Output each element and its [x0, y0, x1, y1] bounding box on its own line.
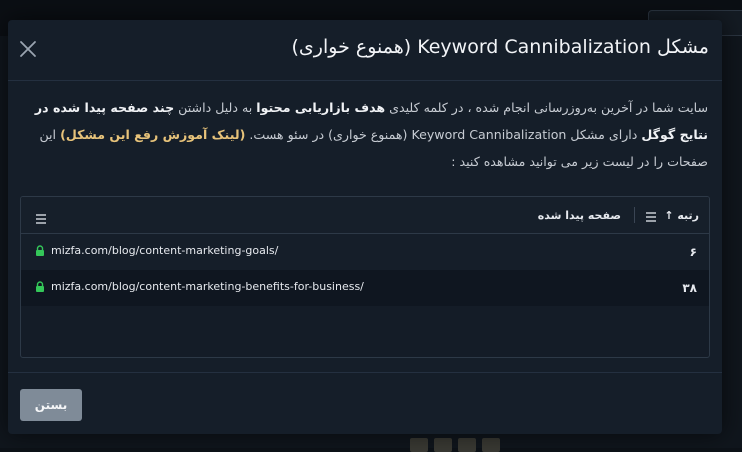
description-text: دارای مشکل Keyword Cannibalization (همنو…	[245, 127, 642, 142]
table-row: ۳۸ mizfa.com/blog/content-marketing-bene…	[21, 270, 709, 306]
close-button[interactable]: بستن	[20, 389, 82, 421]
background-button	[410, 438, 428, 452]
description-text: به دلیل داشتن	[174, 100, 257, 115]
url-cell[interactable]: mizfa.com/blog/content-marketing-benefit…	[35, 280, 364, 293]
close-icon[interactable]	[18, 39, 38, 59]
url-text[interactable]: mizfa.com/blog/content-marketing-benefit…	[51, 280, 364, 293]
column-divider	[634, 207, 635, 223]
rank-cell: ۶	[689, 245, 697, 259]
lock-icon	[36, 245, 44, 256]
pages-table: رتبه ↑ صفحه پیدا شده ۶ mizfa.com/blog/co…	[20, 196, 710, 358]
description-text: سایت شما در آخرین به‌روزرسانی انجام شده …	[385, 100, 708, 115]
rank-column-header[interactable]: رتبه ↑	[664, 209, 699, 222]
cannibalization-modal: مشکل Keyword Cannibalization (همنوع خوار…	[8, 20, 722, 434]
background-button	[482, 438, 500, 452]
sort-icon[interactable]	[645, 208, 659, 222]
menu-icon[interactable]	[35, 209, 47, 224]
modal-footer: بستن	[8, 372, 722, 435]
table-row: ۶ mizfa.com/blog/content-marketing-goals…	[21, 234, 709, 270]
modal-header: مشکل Keyword Cannibalization (همنوع خوار…	[8, 20, 722, 81]
lock-icon	[36, 281, 44, 292]
url-cell[interactable]: mizfa.com/blog/content-marketing-goals/	[35, 244, 278, 257]
modal-description: سایت شما در آخرین به‌روزرسانی انجام شده …	[20, 94, 708, 175]
modal-title: مشکل Keyword Cannibalization (همنوع خوار…	[291, 36, 709, 58]
keyword-highlight: هدف بازاریابی محتوا	[256, 100, 386, 115]
background-button	[458, 438, 476, 452]
url-text[interactable]: mizfa.com/blog/content-marketing-goals/	[51, 244, 278, 257]
tutorial-link[interactable]: (لینک آموزش رفع این مشکل)	[60, 127, 245, 142]
background-button	[434, 438, 452, 452]
rank-cell: ۳۸	[682, 281, 697, 295]
table-header: رتبه ↑ صفحه پیدا شده	[21, 197, 709, 234]
page-column-header: صفحه پیدا شده	[537, 209, 621, 222]
